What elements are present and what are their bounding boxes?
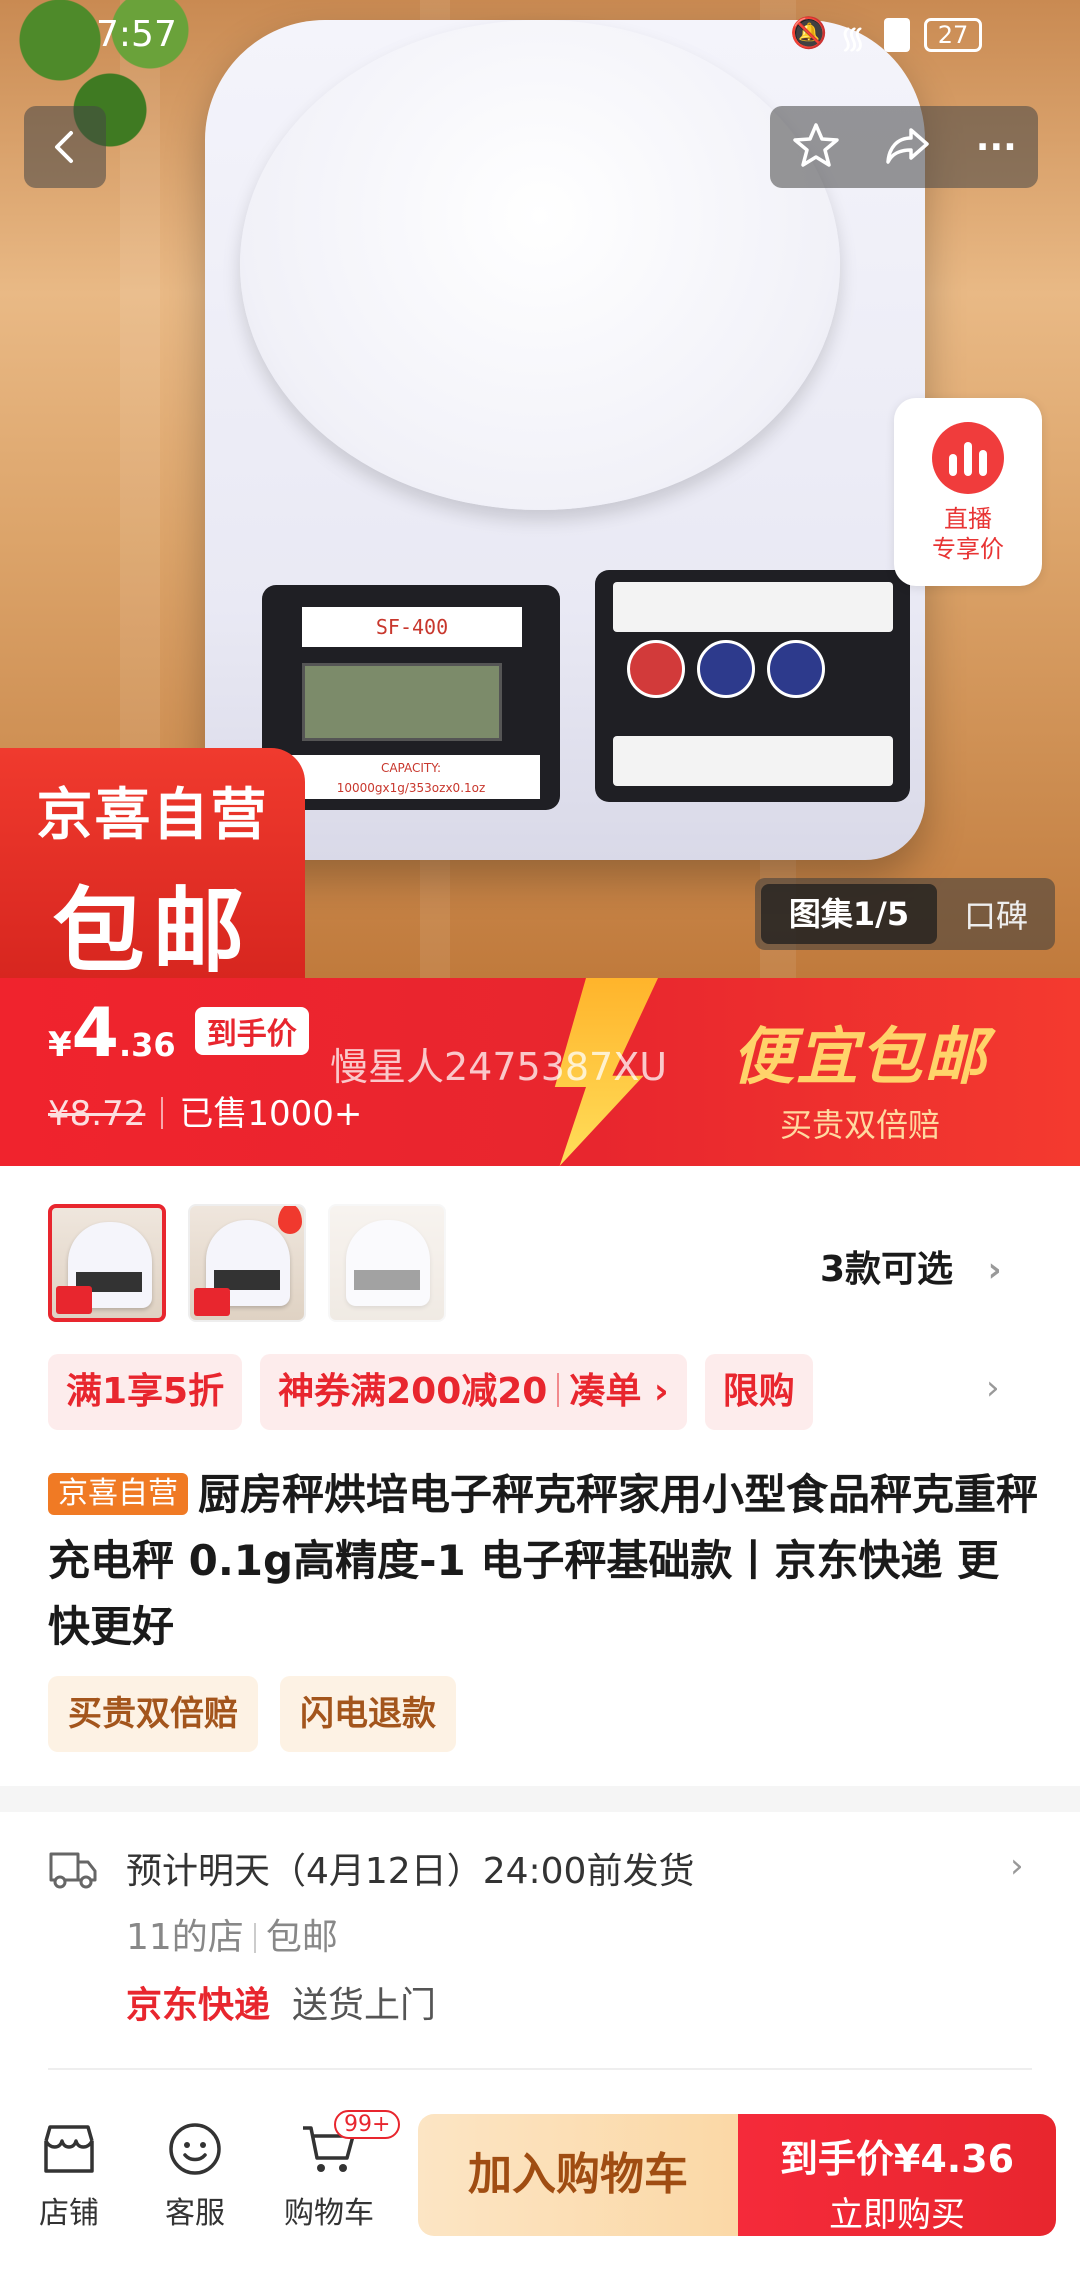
- mode-button-graphic: [697, 640, 755, 698]
- chat-smile-icon: [169, 2123, 221, 2175]
- self-operated-badge: 京喜自营 包邮: [0, 748, 305, 985]
- coupon-voucher[interactable]: 神券满200减20 凑单 ›: [260, 1354, 687, 1430]
- final-price: ¥4.36 到手价: [48, 994, 309, 1073]
- scale-plate: [240, 20, 840, 510]
- hot-icon: [278, 1206, 302, 1234]
- more-icon: ···: [975, 126, 1017, 168]
- coupon-row: 满1享5折 神券满200减20 凑单 › 限购: [48, 1354, 813, 1430]
- scale-button-panel: [595, 570, 910, 802]
- status-time: 7:57: [96, 14, 177, 55]
- bottom-action-bar: 店铺 客服 99+ 购物车 加入购物车 到手价¥4.36 立即购买: [0, 2100, 1080, 2280]
- final-price-tag: 到手价: [194, 1007, 309, 1055]
- self-operated-tag: 京喜自营: [48, 1473, 188, 1515]
- shop-button[interactable]: 店铺: [14, 2116, 124, 2232]
- live-price-chip[interactable]: 直播 专享价: [894, 398, 1042, 586]
- coupon-discount[interactable]: 满1享5折: [48, 1354, 243, 1430]
- add-to-cart-button[interactable]: 加入购物车: [418, 2114, 738, 2236]
- capacity-label: CAPACITY: 10000gx1g/353ozx0.1oz: [282, 755, 540, 799]
- tab-reviews[interactable]: 口碑: [937, 891, 1055, 937]
- live-label: 直播 专享价: [932, 505, 1004, 563]
- divider: [48, 2068, 1032, 2070]
- tab-gallery[interactable]: 图集1/5: [761, 884, 937, 944]
- variant-thumb[interactable]: [48, 1204, 166, 1322]
- model-label: SF-400: [302, 607, 522, 647]
- sold-count: 已售1000+: [179, 1094, 363, 1134]
- price-banner: ¥4.36 到手价 ¥8.72 已售1000+ 慢星人2475387XU 便宜包邮…: [0, 978, 1080, 1166]
- live-icon: [932, 422, 1004, 494]
- share-button[interactable]: [883, 120, 933, 174]
- top-actions: ···: [770, 106, 1038, 188]
- shop-shipping: 11的店 包邮: [126, 1917, 338, 1958]
- chevron-right-icon: ›: [1010, 1846, 1024, 1886]
- variant-thumb[interactable]: [328, 1204, 446, 1322]
- cart-count-badge: 99+: [334, 2110, 401, 2139]
- status-bar: 7:57 🔕 ᯾ 27: [0, 0, 1080, 72]
- section-divider: [0, 1786, 1080, 1812]
- battery-icon: 27: [924, 18, 982, 52]
- tare-button-graphic: [767, 640, 825, 698]
- feature-tags: 买贵双倍赔 闪电退款: [48, 1676, 456, 1752]
- delivery-eta: 预计明天（4月12日）24:00前发货: [126, 1851, 695, 1892]
- alert-icon: [884, 18, 910, 52]
- buy-now-button[interactable]: 到手价¥4.36 立即购买: [738, 2114, 1056, 2236]
- carrier-info: 京东快递 送货上门: [126, 1985, 437, 2026]
- wifi-icon: ᯾: [840, 21, 866, 56]
- star-icon: [793, 123, 839, 167]
- gallery-toggle: 图集1/5 口碑: [755, 878, 1055, 950]
- chevron-right-icon: ›: [987, 1250, 1002, 1290]
- customer-service-button[interactable]: 客服: [140, 2116, 250, 2232]
- variant-thumbnails: [48, 1204, 446, 1324]
- back-button[interactable]: [24, 106, 106, 188]
- store-icon: [44, 2125, 94, 2173]
- price-meta: ¥8.72 已售1000+: [48, 1086, 362, 1135]
- coupon-limit[interactable]: 限购: [704, 1354, 813, 1430]
- favorite-button[interactable]: [791, 120, 841, 174]
- original-price: ¥8.72: [48, 1094, 146, 1134]
- scale-display-panel: SF-400 CAPACITY: 10000gx1g/353ozx0.1oz: [262, 585, 560, 810]
- product-title: 京喜自营 厨房秤烘培电子秤克秤家用小型食品秤克重秤充电秤 0.1g高精度-1 电子…: [48, 1470, 1039, 1651]
- feature-fast-refund[interactable]: 闪电退款: [280, 1676, 456, 1752]
- share-icon: [886, 128, 930, 164]
- shipping-section[interactable]: 预计明天（4月12日）24:00前发货 11的店 包邮 京东快递 送货上门 ›: [0, 1812, 1080, 2072]
- feature-double-compensation[interactable]: 买贵双倍赔: [48, 1676, 258, 1752]
- watermark: 慢星人2475387XU: [330, 1045, 668, 1089]
- onoff-button-graphic: [627, 640, 685, 698]
- promo-slogan: 便宜包邮 买贵双倍赔: [731, 1020, 988, 1144]
- delivery-truck-icon: [49, 1852, 97, 1889]
- lcd-screen: [302, 663, 502, 741]
- coupon-more-chevron-icon[interactable]: ›: [986, 1368, 1000, 1408]
- chevron-left-icon: [55, 131, 73, 163]
- variant-thumb[interactable]: [188, 1204, 306, 1322]
- more-button[interactable]: ···: [976, 127, 1017, 168]
- variant-selector[interactable]: 3款可选 ›: [820, 1240, 1002, 1292]
- cart-button[interactable]: 99+ 购物车: [274, 2110, 401, 2232]
- mute-icon: 🔕: [790, 16, 828, 51]
